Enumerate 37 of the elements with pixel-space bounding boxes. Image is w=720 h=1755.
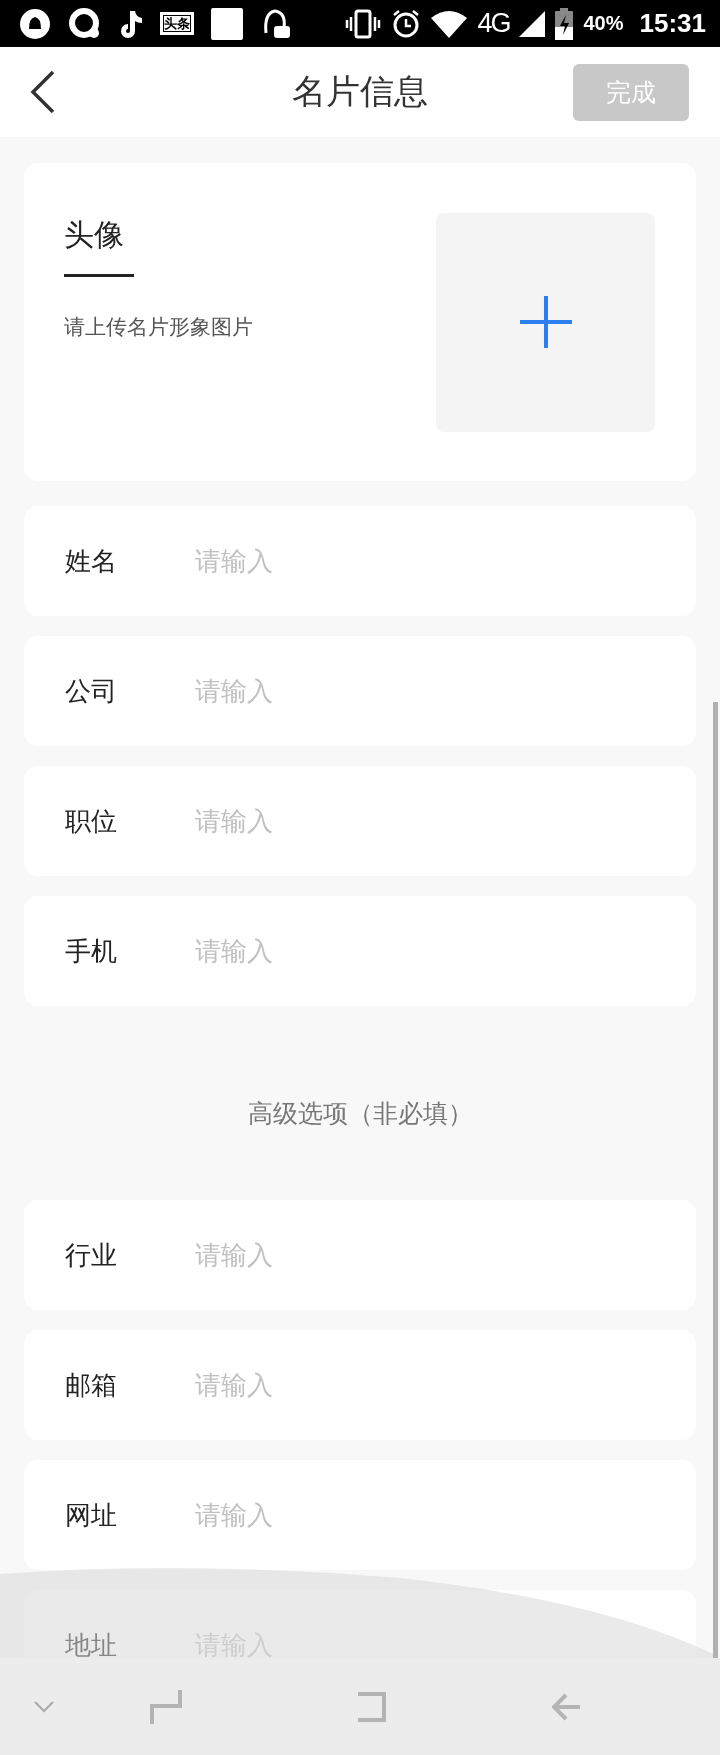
field-label: 网址: [65, 1498, 118, 1532]
field-label: 职位: [65, 804, 118, 838]
avatar-heading: 头像: [64, 216, 125, 254]
field-label: 手机: [65, 934, 118, 968]
input-field[interactable]: 请输入: [195, 676, 495, 706]
square-home-icon[interactable]: [356, 1691, 386, 1722]
input-field[interactable]: 请输入: [195, 1240, 495, 1270]
bell-app-icon: [18, 6, 52, 41]
field-label: 邮箱: [65, 1368, 118, 1402]
field-label: 地址: [65, 1628, 118, 1658]
field-label: 公司: [65, 674, 118, 708]
input-field[interactable]: 请输入: [195, 1500, 495, 1530]
avatar-hint: 请上传名片形象图片: [64, 314, 253, 341]
section-title: 高级选项（非必填）: [247, 1097, 473, 1130]
news-app-icon: 头条: [160, 12, 194, 35]
back-arrow-icon[interactable]: [552, 1692, 580, 1721]
wifi-icon: [431, 9, 468, 38]
signal-icon: [519, 10, 546, 37]
field-label: 姓名: [65, 544, 118, 578]
page-title: 名片信息: [291, 70, 428, 113]
vibrate-icon: [345, 8, 382, 39]
network-type: 4G: [477, 8, 510, 39]
battery-percent: 40%: [583, 12, 624, 35]
input-field[interactable]: 请输入: [195, 936, 495, 966]
plus-icon: [519, 296, 572, 348]
battery-icon: [555, 7, 574, 40]
recent-apps-icon[interactable]: [150, 1689, 182, 1724]
field-label: 行业: [65, 1238, 118, 1272]
input-field[interactable]: 请输入: [195, 1370, 495, 1400]
chevron-down-icon[interactable]: [34, 1700, 54, 1713]
input-field[interactable]: 请输入: [195, 546, 495, 576]
blank-app-icon: [210, 6, 244, 41]
upload-image-button[interactable]: [436, 212, 655, 432]
clock-time: 15:31: [639, 8, 706, 39]
music-note-app-icon: [118, 8, 144, 39]
back-icon[interactable]: [30, 70, 56, 114]
input-field[interactable]: 请输入: [195, 806, 495, 836]
